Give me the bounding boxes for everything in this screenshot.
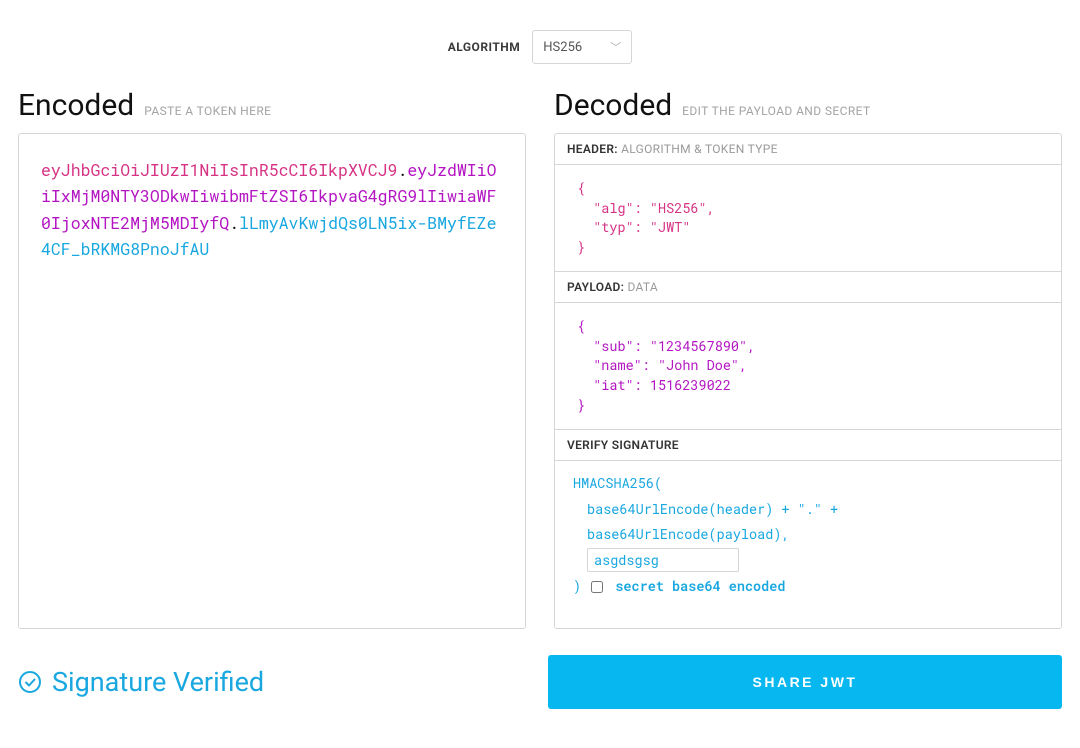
decoded-subtitle: EDIT THE PAYLOAD AND SECRET [682,104,870,118]
share-jwt-button[interactable]: SHARE JWT [548,655,1062,709]
encoded-heading: Encoded PASTE A TOKEN HERE [18,88,526,133]
payload-json-editor[interactable]: { "sub": "1234567890", "name": "John Doe… [555,303,1061,430]
header-box-title: HEADER: ALGORITHM & TOKEN TYPE [555,134,1061,165]
payload-box-title: PAYLOAD: DATA [555,272,1061,303]
signature-box-title: VERIFY SIGNATURE [555,430,1061,461]
decoded-title: Decoded [554,88,672,123]
encoded-subtitle: PASTE A TOKEN HERE [144,104,271,118]
signature-box-body: HMACSHA256( base64UrlEncode(header) + ".… [555,461,1061,613]
secret-base64-label: secret base64 encoded [615,577,785,595]
signature-status-text: Signature Verified [52,666,264,698]
encoded-token-input[interactable]: eyJhbGciOiJIUzI1NiIsInR5cCI6IkpXVCJ9.eyJ… [18,133,526,629]
decoded-heading: Decoded EDIT THE PAYLOAD AND SECRET [554,88,1062,133]
header-box-title-strong: HEADER: [567,142,618,156]
payload-box-title-strong: PAYLOAD: [567,280,624,294]
check-circle-icon [18,670,42,694]
algorithm-select[interactable]: HS256 ﹀ [532,30,632,64]
signature-status: Signature Verified [18,666,520,698]
token-dot: . [229,213,239,234]
payload-box-title-dim: DATA [627,280,658,294]
signature-fn-open: HMACSHA256( [573,471,1043,497]
secret-base64-checkbox[interactable] [591,581,603,593]
signature-line-1: base64UrlEncode(header) + "." + [573,497,838,523]
encoded-title: Encoded [18,88,134,123]
header-json-editor[interactable]: { "alg": "HS256", "typ": "JWT" } [555,165,1061,272]
algorithm-selected-value: HS256 [543,40,582,55]
encoded-column: Encoded PASTE A TOKEN HERE eyJhbGciOiJIU… [18,88,526,629]
secret-input[interactable] [587,548,739,572]
token-header-segment: eyJhbGciOiJIUzI1NiIsInR5cCI6IkpXVCJ9 [41,160,397,181]
algorithm-row: ALGORITHM HS256 ﹀ [18,0,1062,88]
signature-close-paren: ) [573,577,581,595]
signature-line-2: base64UrlEncode(payload), [573,522,790,548]
chevron-down-icon: ﹀ [610,39,621,55]
signature-box-title-label: VERIFY SIGNATURE [567,438,679,452]
header-box-title-dim: ALGORITHM & TOKEN TYPE [621,142,778,156]
decoded-column: Decoded EDIT THE PAYLOAD AND SECRET HEAD… [554,88,1062,629]
token-dot: . [397,160,407,181]
algorithm-label: ALGORITHM [448,40,521,54]
